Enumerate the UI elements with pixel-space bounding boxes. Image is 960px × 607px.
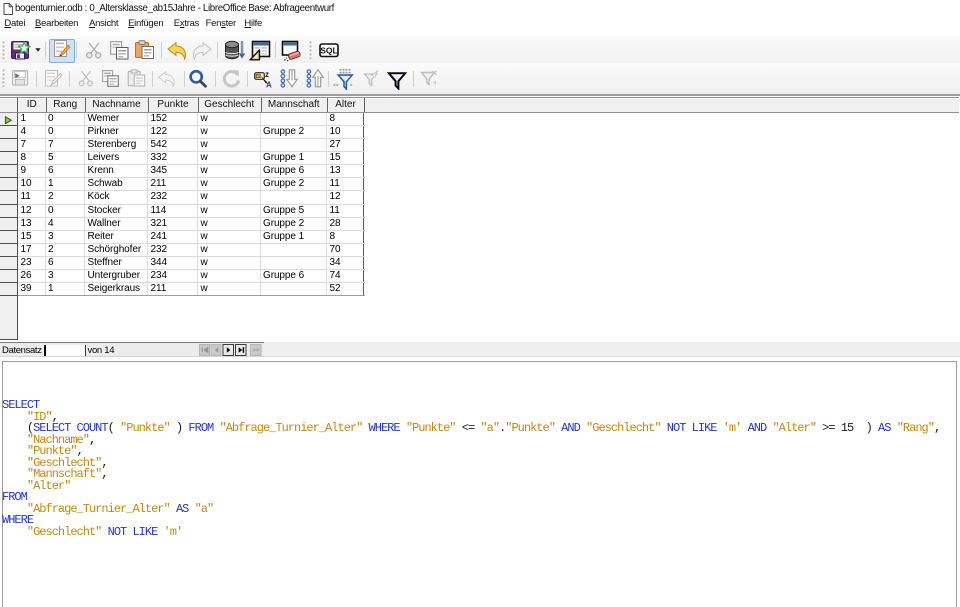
svg-text:A: A bbox=[266, 81, 272, 89]
svg-text:z: z bbox=[265, 70, 269, 79]
svg-text:SQL: SQL bbox=[320, 46, 337, 56]
